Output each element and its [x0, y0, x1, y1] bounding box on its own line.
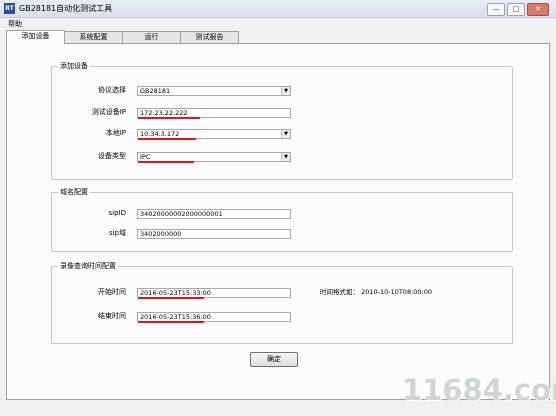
highlight-underline: [138, 161, 194, 163]
device-ip-value: 172.23.22.222: [140, 109, 188, 117]
sip-id-label: sipID: [108, 209, 127, 217]
highlight-underline: [138, 321, 204, 323]
local-ip-value: 10.34.3.172: [140, 130, 180, 138]
chevron-down-icon[interactable]: ▼: [281, 153, 290, 161]
sip-domain-value: 3402000000: [140, 230, 182, 238]
highlight-underline: [138, 297, 204, 299]
end-time-value: 2016-05-23T15:36:00: [140, 313, 211, 321]
device-ip-label: 测试设备IP: [91, 108, 126, 116]
minimize-button[interactable]: —: [487, 3, 505, 16]
end-time-label: 结束时间: [98, 312, 126, 320]
group-title-add-device: 添加设备: [58, 61, 90, 71]
sip-domain-input[interactable]: 3402000000: [137, 229, 291, 239]
app-window: RT GB28181自动化测试工具 — □ ✕ 帮助 添加设备 系统配置 运行 …: [0, 0, 556, 416]
protocol-label: 协议选择: [98, 86, 126, 94]
title-bar: RT GB28181自动化测试工具 — □ ✕: [0, 0, 556, 18]
tab-system-config[interactable]: 系统配置: [64, 31, 123, 43]
sip-id-value: 34020000002000000001: [140, 210, 223, 218]
sip-domain-label: sip域: [108, 229, 126, 237]
group-record-query: 录像查询时间配置 开始时间 2016-05-23T15:33:00 时间格式如：…: [51, 261, 513, 344]
device-type-value: IPC: [140, 153, 151, 161]
protocol-value: GB28181: [140, 87, 171, 95]
local-ip-label: 本地IP: [105, 129, 126, 137]
menu-bar: 帮助: [0, 18, 556, 30]
close-button[interactable]: ✕: [527, 3, 549, 16]
app-icon: RT: [4, 3, 15, 14]
window-title: GB28181自动化测试工具: [19, 4, 113, 13]
device-type-label: 设备类型: [98, 152, 126, 160]
tab-run[interactable]: 运行: [122, 31, 181, 43]
start-time-label: 开始时间: [98, 288, 126, 296]
highlight-underline: [138, 117, 200, 119]
time-format-hint: 时间格式如： 2010-10-10T08:00:00: [320, 288, 433, 296]
protocol-select[interactable]: GB28181 ▼: [137, 86, 291, 96]
group-title-record-query: 录像查询时间配置: [58, 261, 118, 271]
group-title-domain-config: 域名配置: [58, 187, 90, 197]
start-time-value: 2016-05-23T15:33:00: [140, 289, 211, 297]
maximize-button[interactable]: □: [507, 3, 525, 16]
chevron-down-icon[interactable]: ▼: [281, 87, 290, 95]
group-domain-config: 域名配置 sipID 34020000002000000001 sip域 340…: [51, 187, 513, 252]
tab-panel-add-device: 添加设备 协议选择 GB28181 ▼ 测试设备IP 172.23.22.222…: [6, 43, 550, 400]
menu-help[interactable]: 帮助: [8, 19, 22, 29]
tab-add-device[interactable]: 添加设备: [6, 30, 65, 44]
watermark-logo: 11684.com: [402, 373, 556, 407]
sip-id-input[interactable]: 34020000002000000001: [137, 209, 291, 219]
ok-button[interactable]: 确定: [250, 352, 298, 367]
chevron-down-icon[interactable]: ▼: [281, 130, 290, 138]
highlight-underline: [138, 138, 196, 140]
tab-test-report[interactable]: 测试报告: [180, 31, 239, 43]
group-add-device: 添加设备 协议选择 GB28181 ▼ 测试设备IP 172.23.22.222…: [51, 61, 513, 180]
